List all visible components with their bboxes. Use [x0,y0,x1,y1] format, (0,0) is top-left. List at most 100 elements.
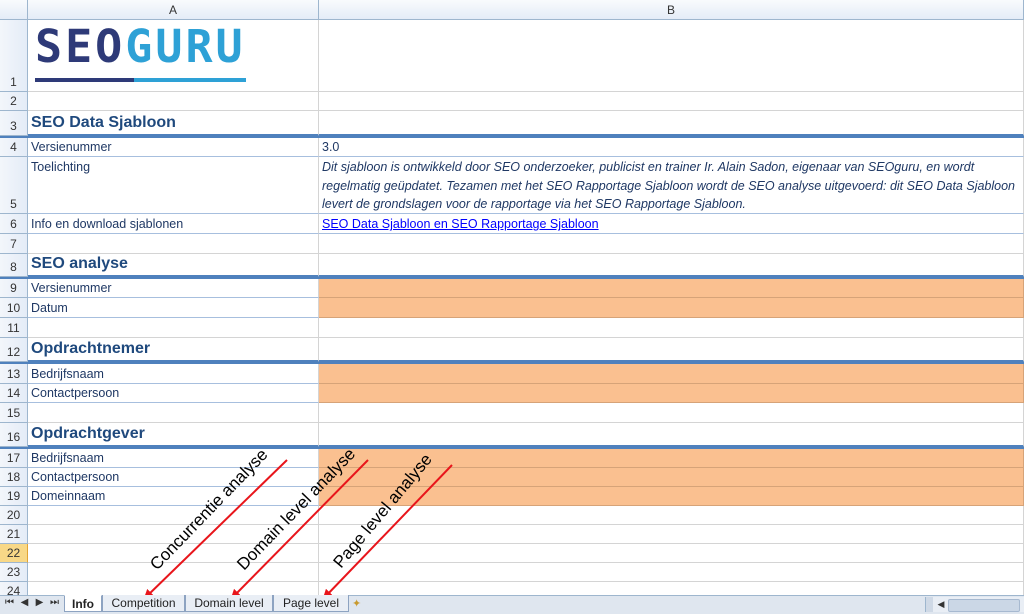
cell-b3[interactable] [319,111,1024,136]
scroll-thumb[interactable] [948,599,1020,612]
row-header-4[interactable]: 4 [0,138,28,157]
cell-b2[interactable] [319,92,1024,111]
row-header-7[interactable]: 7 [0,234,28,254]
cell-a15[interactable] [28,403,319,423]
section-heading-seo-analyse[interactable]: SEO analyse [28,254,319,277]
row-header-22[interactable]: 22 [0,544,28,563]
section-heading-opdrachtgever[interactable]: Opdrachtgever [28,423,319,447]
row-7: 7 [0,234,1024,254]
cell-a11[interactable] [28,318,319,338]
first-sheet-icon[interactable]: ⏮ [4,597,15,608]
row-header-3[interactable]: 3 [0,111,28,136]
row-header-6[interactable]: 6 [0,214,28,234]
label-versienummer[interactable]: Versienummer [28,138,319,157]
tab-info[interactable]: Info [64,595,102,612]
label-opdrachtgever-contactpersoon[interactable]: Contactpersoon [28,468,319,487]
cell-a2[interactable] [28,92,319,111]
label-datum[interactable]: Datum [28,298,319,318]
column-header-a[interactable]: A [28,0,319,20]
cell-a24[interactable] [28,582,319,595]
select-all-corner[interactable] [0,0,28,20]
row-header-18[interactable]: 18 [0,468,28,487]
row-header-5[interactable]: 5 [0,157,28,214]
cell-b24[interactable] [319,582,1024,595]
input-opdrachtgever-contactpersoon[interactable] [319,468,1024,487]
cell-b12[interactable] [319,338,1024,362]
cell-a23[interactable] [28,563,319,582]
row-header-10[interactable]: 10 [0,298,28,318]
input-opdrachtnemer-contactpersoon[interactable] [319,384,1024,403]
row-header-15[interactable]: 15 [0,403,28,423]
label-info-download[interactable]: Info en download sjablonen [28,214,319,234]
cell-a21[interactable] [28,525,319,544]
label-toelichting[interactable]: Toelichting [28,157,319,214]
cell-b1[interactable] [319,20,1024,92]
row-header-19[interactable]: 19 [0,487,28,506]
input-domeinnaam[interactable] [319,487,1024,506]
tab-split-handle[interactable] [926,597,933,612]
horizontal-scrollbar[interactable]: ◀ [925,597,1024,612]
row-header-23[interactable]: 23 [0,563,28,582]
cell-b7[interactable] [319,234,1024,254]
spreadsheet-grid: A B 1 SEOGURU 2 3 SEO Data Sjabloon 4 Ve… [0,0,1024,595]
cell-a1[interactable]: SEOGURU [28,20,319,92]
section-heading-seo-data-sjabloon[interactable]: SEO Data Sjabloon [28,111,319,136]
cell-b22[interactable] [319,544,1024,563]
label-analyse-versienummer[interactable]: Versienummer [28,279,319,298]
cell-b20[interactable] [319,506,1024,525]
next-sheet-icon[interactable]: ▶ [34,597,45,608]
row-18: 18 Contactpersoon [0,468,1024,487]
row-16: 16 Opdrachtgever [0,423,1024,449]
cell-b16[interactable] [319,423,1024,447]
scroll-left-icon[interactable]: ◀ [935,597,947,612]
cell-b23[interactable] [319,563,1024,582]
label-opdrachtnemer-contactpersoon[interactable]: Contactpersoon [28,384,319,403]
cell-b8[interactable] [319,254,1024,277]
tab-competition[interactable]: Competition [102,595,185,612]
input-datum[interactable] [319,298,1024,318]
prev-sheet-icon[interactable]: ◀ [19,597,30,608]
row-header-13[interactable]: 13 [0,364,28,384]
row-header-17[interactable]: 17 [0,449,28,468]
sjablonen-link[interactable]: SEO Data Sjabloon en SEO Rapportage Sjab… [322,217,599,231]
row-header-16[interactable]: 16 [0,423,28,447]
cell-b11[interactable] [319,318,1024,338]
row-23: 23 [0,563,1024,582]
row-header-2[interactable]: 2 [0,92,28,111]
sheet-nav-buttons: ⏮ ◀ ▶ ⏭ [4,597,60,608]
cell-a7[interactable] [28,234,319,254]
cell-a22[interactable] [28,544,319,563]
row-header-12[interactable]: 12 [0,338,28,362]
last-sheet-icon[interactable]: ⏭ [49,597,60,608]
row-header-8[interactable]: 8 [0,254,28,277]
cell-b15[interactable] [319,403,1024,423]
cell-b21[interactable] [319,525,1024,544]
input-opdrachtgever-bedrijfsnaam[interactable] [319,449,1024,468]
row-header-1[interactable]: 1 [0,20,28,92]
seoguru-logo: SEOGURU [35,24,246,82]
cell-b6[interactable]: SEO Data Sjabloon en SEO Rapportage Sjab… [319,214,1024,234]
row-header-21[interactable]: 21 [0,525,28,544]
tab-page-level[interactable]: Page level [273,595,349,612]
column-header-b[interactable]: B [319,0,1024,20]
row-17: 17 Bedrijfsnaam [0,449,1024,468]
tab-domain-level[interactable]: Domain level [185,595,273,612]
row-21: 21 [0,525,1024,544]
row-header-9[interactable]: 9 [0,279,28,298]
value-toelichting[interactable]: Dit sjabloon is ontwikkeld door SEO onde… [319,157,1024,214]
section-heading-opdrachtnemer[interactable]: Opdrachtnemer [28,338,319,362]
row-header-24[interactable]: 24 [0,582,28,595]
row-13: 13 Bedrijfsnaam [0,364,1024,384]
row-header-14[interactable]: 14 [0,384,28,403]
value-versienummer[interactable]: 3.0 [319,138,1024,157]
logo-guru: GURU [125,20,246,73]
row-header-20[interactable]: 20 [0,506,28,525]
label-domeinnaam[interactable]: Domeinnaam [28,487,319,506]
insert-sheet-icon[interactable]: ✦ [352,597,361,610]
input-analyse-versienummer[interactable] [319,279,1024,298]
label-opdrachtgever-bedrijfsnaam[interactable]: Bedrijfsnaam [28,449,319,468]
label-opdrachtnemer-bedrijfsnaam[interactable]: Bedrijfsnaam [28,364,319,384]
input-opdrachtnemer-bedrijfsnaam[interactable] [319,364,1024,384]
cell-a20[interactable] [28,506,319,525]
row-header-11[interactable]: 11 [0,318,28,338]
